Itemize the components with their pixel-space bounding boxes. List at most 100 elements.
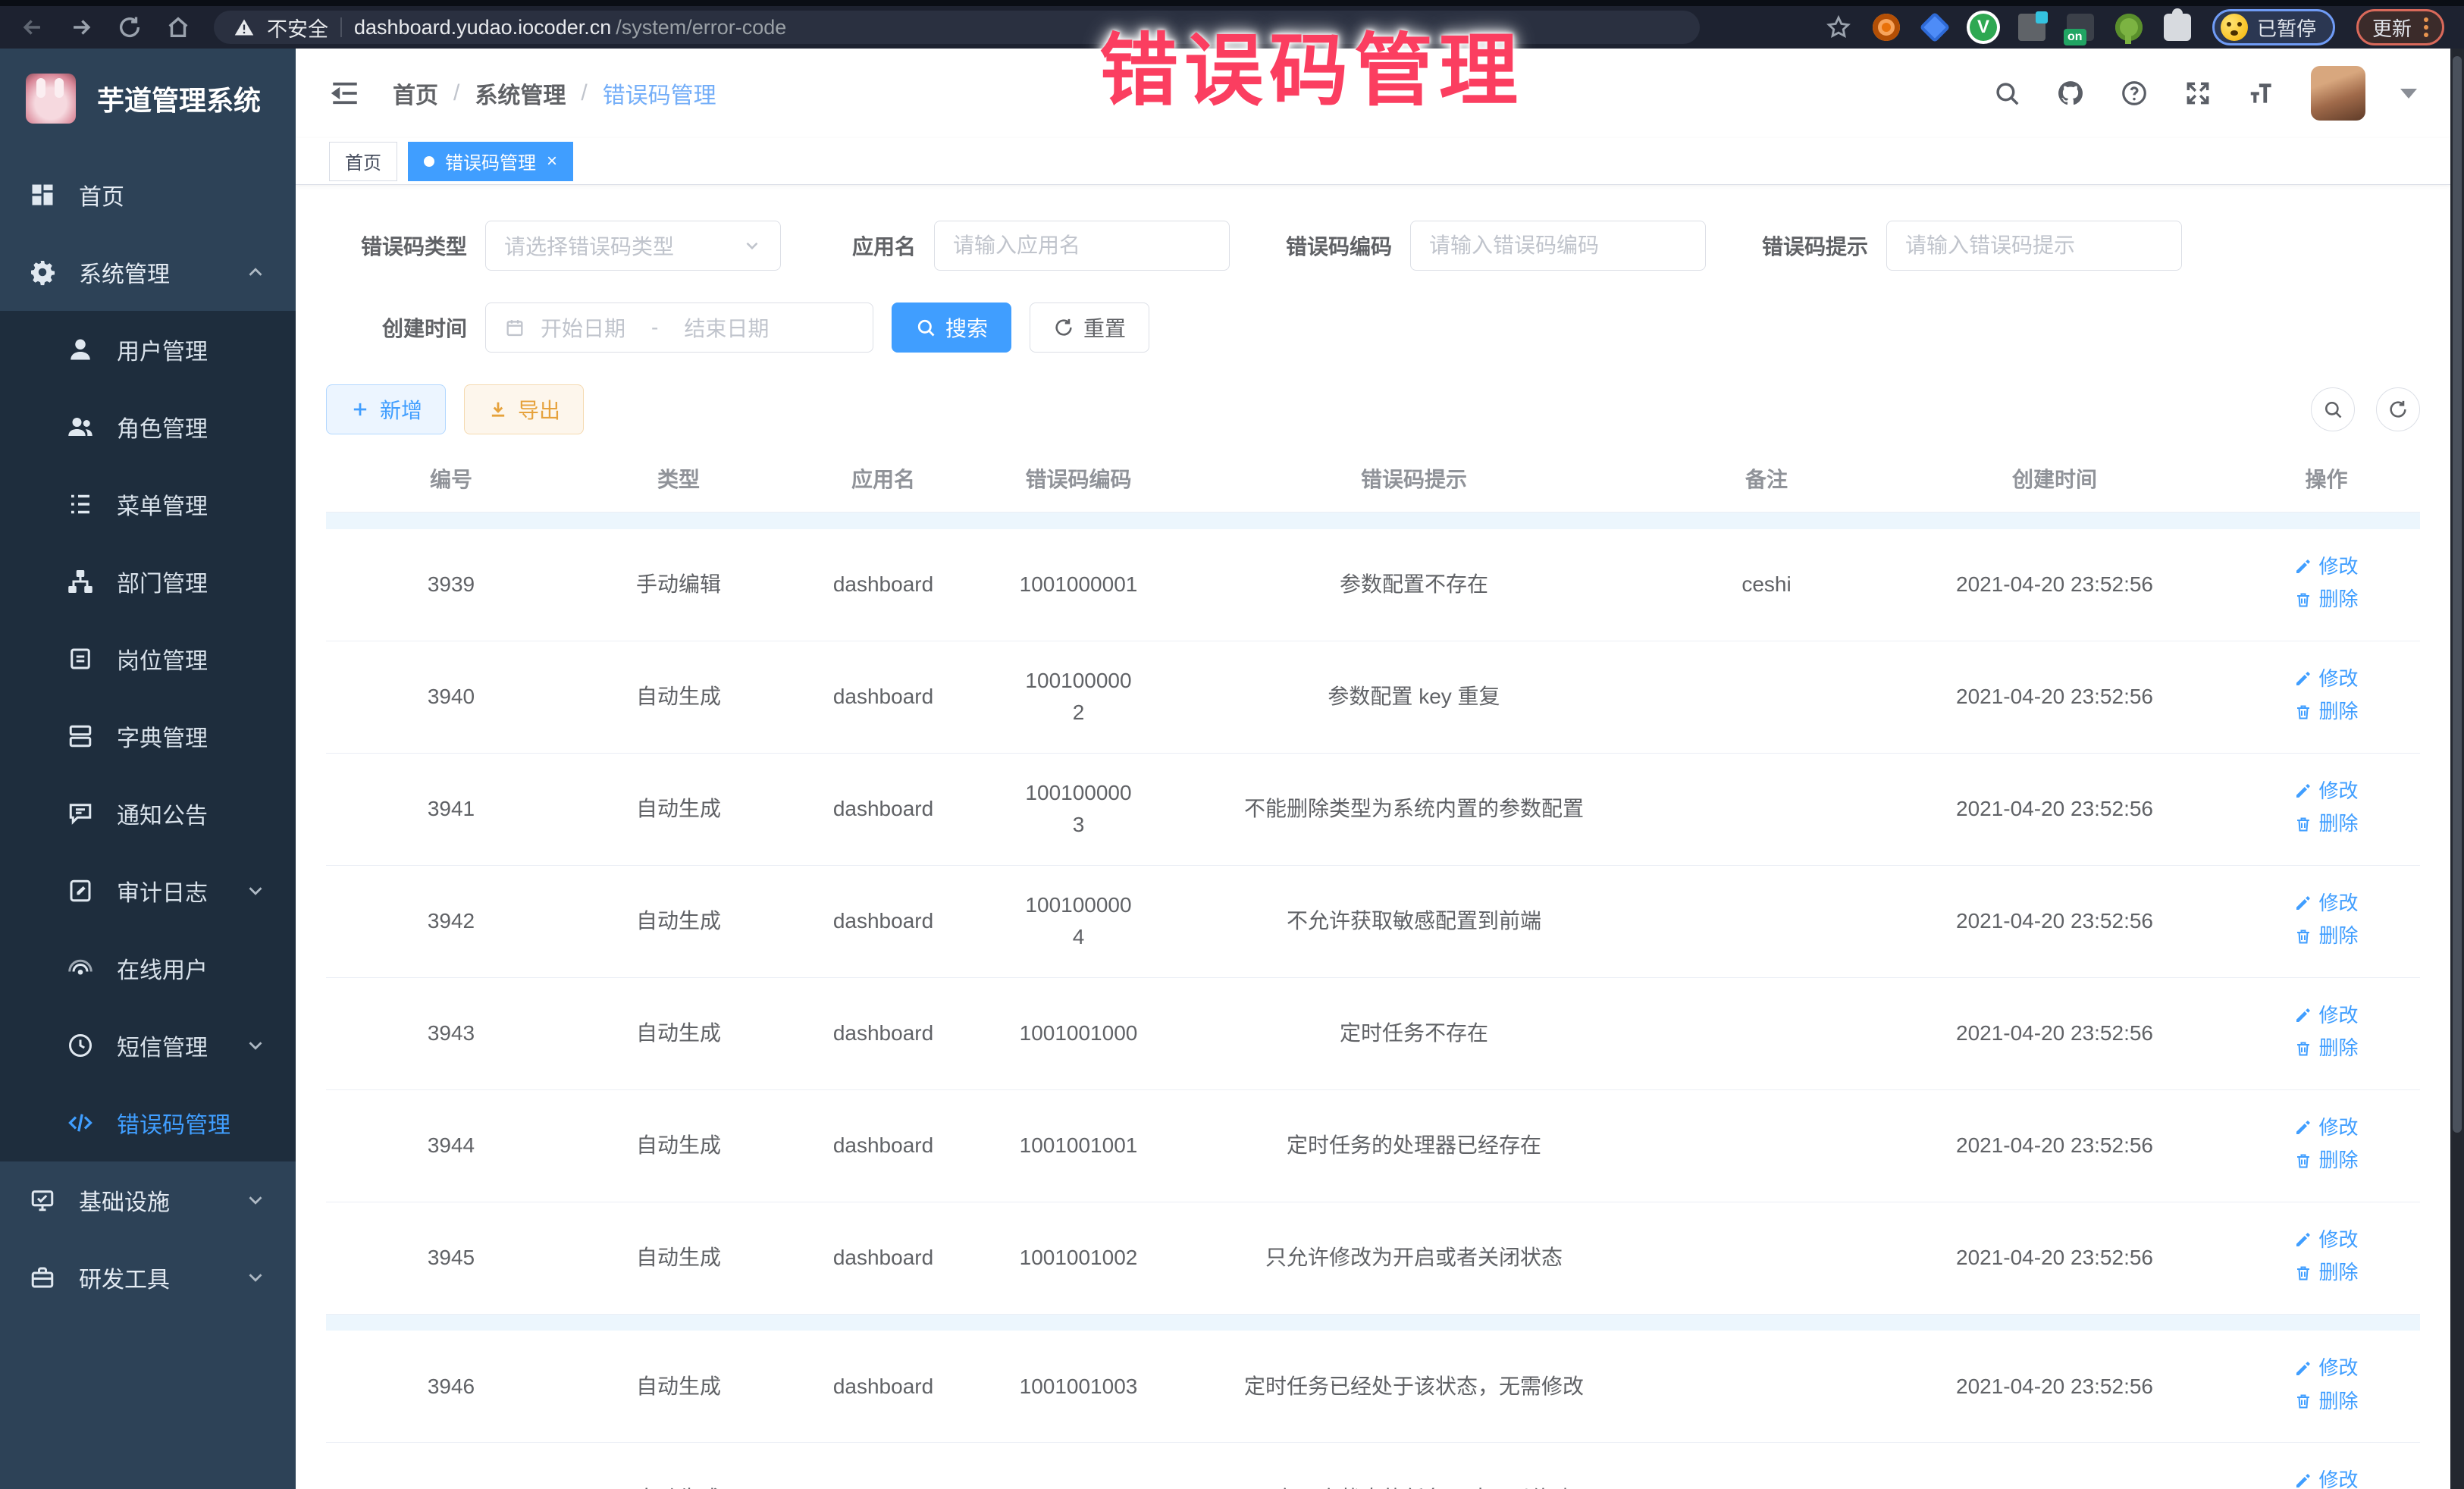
date-range-picker[interactable]: 开始日期 - 结束日期 — [485, 303, 873, 353]
browser-back-icon[interactable] — [20, 14, 45, 40]
edit-link[interactable]: 修改 — [2294, 664, 2358, 694]
delete-link[interactable]: 删除 — [2294, 921, 2358, 951]
edit-link[interactable]: 修改 — [2294, 1465, 2358, 1489]
extension-key-icon[interactable] — [2115, 14, 2143, 41]
sidebar-item-通知公告[interactable]: 通知公告 — [0, 775, 296, 852]
breadcrumb-system[interactable]: 系统管理 — [475, 77, 566, 110]
edit-link[interactable]: 修改 — [2294, 1353, 2358, 1383]
sidebar-item-在线用户[interactable]: 在线用户 — [0, 929, 296, 1007]
sidebar-item-岗位管理[interactable]: 岗位管理 — [0, 620, 296, 697]
extension-v-icon[interactable]: V — [1970, 14, 1997, 41]
edit-link[interactable]: 修改 — [2294, 889, 2358, 918]
error-type-select[interactable]: 请选择错误码类型 — [485, 221, 781, 271]
sidebar-item-基础设施[interactable]: 基础设施 — [0, 1161, 296, 1239]
error-msg-input[interactable] — [1905, 234, 2163, 258]
sidebar-item-审计日志[interactable]: 审计日志 — [0, 852, 296, 929]
chevron-up-icon — [244, 261, 267, 284]
app-name-label: 应用名 — [802, 230, 916, 261]
delete-link[interactable]: 删除 — [2294, 809, 2358, 839]
delete-link-label: 删除 — [2318, 921, 2358, 951]
tab-error-code[interactable]: 错误码管理 × — [408, 142, 573, 181]
sidebar-item-错误码管理[interactable]: 错误码管理 — [0, 1084, 296, 1161]
search-button[interactable]: 搜索 — [892, 303, 1011, 353]
sidebar-toggle-icon[interactable] — [329, 77, 361, 109]
sidebar-item-用户管理[interactable]: 用户管理 — [0, 311, 296, 388]
sidebar-item-字典管理[interactable]: 字典管理 — [0, 697, 296, 775]
edit-link[interactable]: 修改 — [2294, 1113, 2358, 1143]
cell-time: 2021-04-20 23:52:57 — [1876, 1443, 2233, 1489]
delete-link[interactable]: 删除 — [2294, 1387, 2358, 1416]
avatar-caret-down-icon[interactable] — [2400, 89, 2417, 99]
bookmark-star-icon[interactable] — [1826, 14, 1851, 40]
refresh-table-button[interactable] — [2376, 387, 2420, 431]
browser-reload-icon[interactable] — [117, 14, 143, 40]
edit-link[interactable]: 修改 — [2294, 1001, 2358, 1030]
font-size-icon[interactable] — [2247, 79, 2276, 108]
cell-message: 不能删除类型为系统内置的参数配置 — [1171, 753, 1657, 865]
tab-home[interactable]: 首页 — [329, 142, 397, 181]
sidebar-item-系统管理[interactable]: 系统管理 — [0, 234, 296, 311]
cell-id: 3944 — [326, 1089, 576, 1202]
cell-actions: 修改删除 — [2233, 1089, 2420, 1202]
github-icon[interactable] — [2056, 79, 2085, 108]
edit-link[interactable]: 修改 — [2294, 1225, 2358, 1255]
user-avatar[interactable] — [2311, 66, 2365, 121]
cell-message: 定时任务的处理器已经存在 — [1171, 1089, 1657, 1202]
fullscreen-icon[interactable] — [2183, 79, 2212, 108]
sidebar-item-短信管理[interactable]: 短信管理 — [0, 1007, 296, 1084]
edit-link[interactable]: 修改 — [2294, 776, 2358, 806]
tab-close-icon[interactable]: × — [547, 152, 557, 171]
extension-ublock-icon[interactable] — [1873, 14, 1900, 41]
address-bar[interactable]: 不安全 dashboard.yudao.iocoder.cn/system/er… — [214, 11, 1700, 44]
extension-grid-icon[interactable] — [2018, 14, 2045, 41]
infra-icon — [29, 1186, 56, 1214]
browser-menu-icon[interactable] — [2424, 17, 2428, 37]
browser-forward-icon[interactable] — [68, 14, 94, 40]
sidebar-menu: 首页系统管理用户管理角色管理菜单管理部门管理岗位管理字典管理通知公告审计日志在线… — [0, 156, 296, 1316]
export-button[interactable]: 导出 — [464, 384, 584, 434]
browser-home-icon[interactable] — [165, 14, 191, 40]
sidebar-item-研发工具[interactable]: 研发工具 — [0, 1239, 296, 1316]
export-button-label: 导出 — [518, 394, 560, 425]
table-toolbar: 新增 导出 — [326, 384, 2420, 434]
add-button[interactable]: 新增 — [326, 384, 446, 434]
browser-update-button[interactable]: 更新 — [2356, 9, 2444, 45]
sidebar-item-角色管理[interactable]: 角色管理 — [0, 388, 296, 466]
help-icon[interactable] — [2120, 79, 2149, 108]
delete-link[interactable]: 删除 — [2294, 1033, 2358, 1063]
app-name-input[interactable] — [953, 234, 1211, 258]
edit-link-label: 修改 — [2318, 776, 2358, 806]
delete-link[interactable]: 删除 — [2294, 1146, 2358, 1175]
cell-type: 自动生成 — [576, 1443, 781, 1489]
sidebar-item-label: 研发工具 — [79, 1261, 170, 1294]
toggle-search-button[interactable] — [2311, 387, 2355, 431]
sidebar-item-label: 菜单管理 — [117, 487, 208, 521]
cell-remark: ceshi — [1657, 529, 1876, 641]
cell-app: dashboard — [781, 977, 986, 1089]
error-code-input[interactable] — [1429, 234, 1687, 258]
not-secure-icon — [234, 17, 255, 38]
cell-code: 1001000003 — [986, 753, 1171, 865]
reset-button[interactable]: 重置 — [1030, 303, 1149, 353]
extensions-puzzle-icon[interactable] — [2164, 14, 2191, 41]
edit-link[interactable]: 修改 — [2294, 552, 2358, 581]
profile-paused-chip[interactable]: 已暂停 — [2212, 9, 2335, 45]
extension-on-badge-icon[interactable] — [2067, 14, 2094, 41]
scrollbar-thumb[interactable] — [2453, 56, 2462, 1133]
delete-link[interactable]: 删除 — [2294, 1258, 2358, 1287]
window-scrollbar[interactable] — [2450, 49, 2464, 1489]
column-header: 错误码提示 — [1171, 445, 1657, 513]
delete-link[interactable]: 删除 — [2294, 585, 2358, 614]
header-search-icon[interactable] — [1992, 79, 2021, 108]
filter-row-1: 错误码类型 请选择错误码类型 应用名 错误码编码 错误码提示 — [326, 221, 2420, 271]
sidebar-item-首页[interactable]: 首页 — [0, 156, 296, 234]
delete-icon — [2294, 1152, 2312, 1170]
sidebar-item-菜单管理[interactable]: 菜单管理 — [0, 466, 296, 543]
delete-link[interactable]: 删除 — [2294, 697, 2358, 726]
post-badge-icon — [67, 645, 94, 672]
breadcrumb-home[interactable]: 首页 — [393, 77, 438, 110]
sidebar-item-部门管理[interactable]: 部门管理 — [0, 543, 296, 620]
search-button-label: 搜索 — [945, 312, 988, 343]
extension-gem-icon[interactable] — [1920, 12, 1951, 43]
delete-icon — [2294, 703, 2312, 721]
